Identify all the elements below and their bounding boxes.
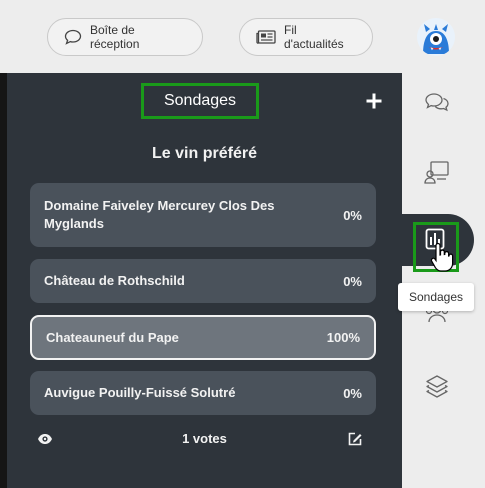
panel-title: Sondages [141, 83, 259, 119]
poll-option-label: Domaine Faiveley Mercurey Clos Des Mygla… [44, 198, 275, 231]
left-edge-strip [0, 73, 7, 488]
hand-cursor-icon [430, 242, 454, 272]
poll-option-percent: 0% [343, 273, 362, 289]
avatar[interactable] [417, 18, 455, 56]
inbox-label: Boîte de réception [90, 23, 140, 51]
layers-icon[interactable] [424, 373, 450, 399]
poll-option-label: Chateauneuf du Pape [46, 329, 179, 345]
poll-option[interactable]: Domaine Faiveley Mercurey Clos Des Mygla… [30, 183, 376, 247]
news-feed-button[interactable]: Fil d'actualités [239, 18, 373, 56]
tooltip: Sondages [398, 283, 474, 311]
chat-bubble-icon [64, 29, 82, 45]
polls-panel: Sondages Le vin préféré Domaine Faiveley… [7, 73, 402, 488]
monster-avatar-icon [417, 18, 455, 56]
poll-option-label: Château de Rothschild [44, 273, 185, 288]
top-bar: Boîte de réception Fil d'actualités [0, 0, 485, 73]
news-feed-label: Fil d'actualités [284, 23, 344, 51]
right-sidebar [402, 73, 485, 488]
poll-option[interactable]: Auvigue Pouilly-Fuissé Solutré 0% [30, 371, 376, 415]
poll-option-label: Auvigue Pouilly-Fuissé Solutré [44, 385, 236, 400]
vote-count: 1 votes [182, 431, 227, 446]
poll-option-selected[interactable]: Chateauneuf du Pape 100% [30, 315, 376, 360]
poll-option-percent: 100% [326, 330, 360, 345]
poll-question: Le vin préféré [152, 145, 257, 162]
poll-option[interactable]: Château de Rothschild 0% [30, 259, 376, 303]
inbox-button[interactable]: Boîte de réception [47, 18, 203, 56]
add-poll-icon[interactable] [364, 91, 384, 111]
edit-icon[interactable] [347, 431, 363, 447]
poll-option-percent: 0% [343, 385, 362, 401]
newspaper-icon [256, 30, 276, 44]
chat-icon[interactable] [424, 89, 450, 115]
presentation-icon[interactable] [424, 159, 450, 185]
poll-option-percent: 0% [343, 207, 362, 223]
